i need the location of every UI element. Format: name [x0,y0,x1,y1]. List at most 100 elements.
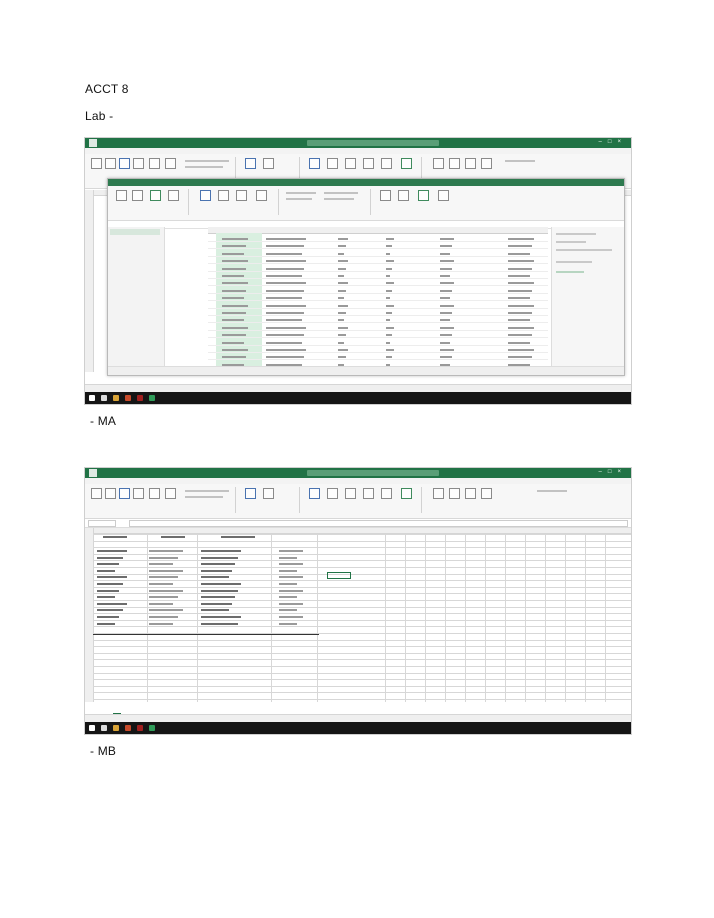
query-cell [222,282,248,285]
sheet-cell [201,569,232,572]
query-cell [386,245,392,248]
sheet-tab-active[interactable] [113,707,121,714]
sheet-cell [201,596,235,599]
sheet-cell [201,583,241,585]
query-cell [266,334,304,337]
query-cell [386,304,394,307]
query-cell [386,334,392,337]
query-cell [508,334,532,337]
sheet-cell [279,616,303,618]
active-cell[interactable] [327,572,351,579]
sheet-cell [279,622,297,625]
query-cell [440,267,452,270]
query-cell [440,334,452,337]
query-cell [440,245,452,248]
worksheet-grid [85,528,631,702]
sheet-cell [149,602,173,605]
query-cell [338,326,348,329]
query-preview-table [208,227,548,368]
sheet-cell [97,602,127,605]
query-cell [222,238,248,240]
screenshot-ma: –□× [84,137,632,405]
query-cell [266,319,302,322]
query-cell [386,238,394,240]
query-cell [222,334,246,337]
sheet-cell [149,589,183,592]
query-cell [508,341,530,344]
query-row [208,352,548,353]
query-cell [222,297,244,300]
query-row [208,285,548,287]
query-cell [222,267,246,270]
query-cell [440,356,452,359]
sheet-cell [149,576,178,579]
sheet-cell [279,563,303,566]
query-cell [338,356,346,359]
query-cell [266,275,302,277]
query-cell [338,341,344,344]
query-cell [338,289,346,292]
query-cell [338,245,346,248]
query-cell [386,260,394,263]
query-cell [440,326,454,329]
query-cell [440,252,450,255]
excel-title-bar: –□× [85,138,631,148]
query-row [208,248,548,250]
query-cell [222,326,248,329]
query-cell [266,341,302,344]
sheet-cell [161,536,185,538]
query-cell [338,267,346,270]
query-cell [386,312,392,314]
excel-logo-icon [89,469,97,477]
query-cell [222,341,244,344]
sheet-cell [97,609,123,612]
sheet-cell [149,609,183,612]
query-cell [386,289,392,292]
sheet-cell [201,609,229,612]
query-cell [386,341,390,344]
lab-heading: Lab - [85,109,114,123]
sheet-cell [97,576,127,579]
query-cell [508,238,534,240]
sheet-cell [149,596,178,599]
query-cell [508,267,532,270]
sheet-cell [221,536,255,538]
query-cell [508,252,530,255]
query-cell [266,326,306,329]
query-cell [222,312,246,314]
sheet-cell [279,583,297,585]
sheet-cell [149,583,173,585]
query-cell [266,304,306,307]
query-cell [338,312,346,314]
query-cell [386,297,390,300]
query-cell [508,245,532,248]
sheet-cell [103,536,127,538]
query-cell [508,356,532,359]
query-cell [508,297,530,300]
query-cell [222,252,244,255]
sheet-cell [97,589,119,592]
query-row [208,255,548,257]
query-cell [440,341,450,344]
query-cell [222,245,246,248]
sheet-cell [97,596,115,599]
query-cell [440,238,454,240]
query-cell [266,356,304,359]
queries-pane [108,227,165,367]
query-cell [440,319,450,322]
query-cell [266,260,306,263]
sheet-cell [279,576,303,579]
excel-logo-icon [89,139,97,147]
query-row [208,315,548,316]
sheet-cell [97,616,119,618]
query-row [208,278,548,279]
query-row [208,322,548,324]
sheet-cell [279,589,303,592]
sheet-cell [97,556,123,559]
query-cell [222,260,248,263]
query-cell [338,238,348,240]
query-row [208,300,548,302]
sheet-cell [149,550,183,552]
query-cell [222,349,248,351]
caption-mb: - MB [90,744,117,758]
